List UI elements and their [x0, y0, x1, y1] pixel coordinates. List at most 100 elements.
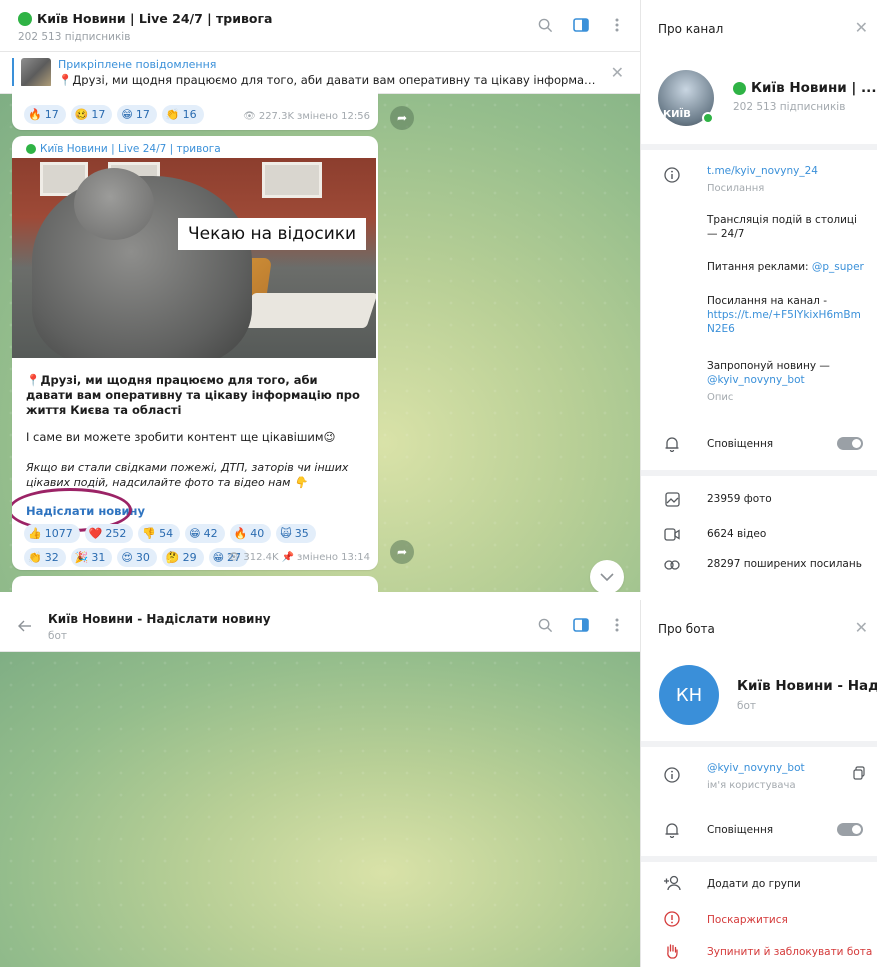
channel-subscribers: 202 513 підписників: [733, 101, 846, 113]
post-photo[interactable]: Чекаю на відосики: [12, 158, 376, 358]
reaction-chip[interactable]: 🙀 35: [276, 524, 316, 543]
notifications-toggle[interactable]: [837, 823, 863, 836]
post-channel-name[interactable]: Київ Новини | Live 24/7 | тривога: [26, 143, 221, 155]
report-button[interactable]: Поскаржитися: [707, 913, 867, 927]
copy-icon[interactable]: [853, 766, 865, 783]
section-divider: [641, 144, 877, 150]
chat-title-text: Київ Новини | Live 24/7 | тривога: [37, 11, 273, 26]
bot-screen: Київ Новини - Надіслати новину бот Про б…: [0, 600, 877, 967]
image-caption: Чекаю на відосики: [178, 218, 367, 250]
prev-post-meta: 👁 227.3K змінено 12:56: [243, 111, 370, 122]
close-icon[interactable]: ✕: [855, 18, 868, 37]
reaction-chip[interactable]: 👏 32: [24, 548, 66, 567]
reaction-chip[interactable]: 😁 17: [117, 105, 157, 124]
channel-link-label: Посилання на канал -: [707, 295, 827, 307]
online-dot: [702, 112, 714, 124]
search-icon[interactable]: [536, 16, 554, 34]
video-icon: [663, 525, 681, 543]
add-to-group-button[interactable]: Додати до групи: [707, 877, 867, 891]
more-icon[interactable]: [608, 16, 626, 34]
close-icon[interactable]: ✕: [611, 63, 624, 82]
bot-info-header: Про бота ✕: [641, 600, 877, 652]
bot-avatar[interactable]: КН: [659, 665, 719, 725]
chat-title[interactable]: Київ Новини | Live 24/7 | тривога: [18, 11, 272, 26]
reaction-chip[interactable]: 👏 16: [161, 105, 204, 124]
back-arrow-icon[interactable]: [18, 618, 32, 636]
reaction-chip[interactable]: ❤️ 252: [84, 524, 134, 543]
suggest-bot-link[interactable]: @kyiv_novyny_bot: [707, 373, 867, 387]
pinned-text: 📍Друзі, ми щодня працюємо для того, аби …: [58, 73, 598, 87]
reaction-chip[interactable]: 🔥 17: [24, 105, 66, 124]
post-text-intro: 📍Друзі, ми щодня працюємо для того, аби …: [26, 373, 360, 417]
channel-name: Київ Новини | ...: [733, 80, 876, 96]
photo-table: [241, 293, 376, 328]
channel-link[interactable]: t.me/kyiv_novyny_24: [707, 165, 818, 177]
subscriber-count: 202 513 підписників: [18, 31, 131, 43]
videos-count[interactable]: 6624 відео: [707, 527, 867, 541]
link-icon: [663, 556, 681, 574]
edited-time: змінено 12:56: [297, 111, 370, 122]
eye-icon: 👁: [243, 111, 256, 122]
reaction-chip[interactable]: 😁 42: [185, 524, 225, 543]
pinned-thumbnail: [21, 58, 51, 88]
pinned-bar: [12, 58, 14, 88]
bell-icon: [663, 821, 681, 839]
ads-handle-link[interactable]: @p_super: [812, 261, 864, 273]
green-circle-icon: [18, 11, 32, 26]
view-count: 227.3K: [258, 111, 295, 122]
reaction-chip[interactable]: 😍 30: [117, 548, 157, 567]
bot-chat-subtitle: бот: [48, 630, 68, 642]
green-circle-icon: [26, 144, 36, 154]
suggest-label: Запропонуй новину —: [707, 360, 830, 372]
panel-title: Про канал: [658, 22, 724, 36]
forward-icon[interactable]: ➦: [390, 106, 414, 130]
ads-line: Питання реклами: @p_super: [707, 261, 864, 273]
bot-chat-title[interactable]: Київ Новини - Надіслати новину: [48, 612, 271, 626]
pinned-label: Прикріплене повідомлення: [58, 58, 217, 71]
photos-count[interactable]: 23959 фото: [707, 492, 867, 506]
scroll-down-button[interactable]: [590, 560, 624, 592]
section-divider: [641, 741, 877, 747]
photo-window: [262, 162, 322, 198]
reaction-chip[interactable]: 🥴 17: [70, 105, 113, 124]
view-count: 312.4K: [243, 552, 279, 563]
section-divider: [641, 856, 877, 862]
notifications-toggle[interactable]: [837, 437, 863, 450]
post-meta: 👁 312.4K 📌 змінено 13:14: [228, 552, 370, 563]
hand-stop-icon: [663, 942, 681, 960]
username-label: ім'я користувача: [707, 780, 796, 791]
chevron-down-icon: [600, 573, 614, 581]
pin-icon: 📌: [281, 552, 295, 563]
prev-reactions: 🔥 17 🥴 17 😁 17 👏 16: [24, 105, 204, 124]
chat-wallpaper: [0, 652, 640, 967]
reaction-chip[interactable]: 🤔 29: [161, 548, 204, 567]
photo-seal-head: [74, 168, 154, 240]
next-post: [12, 576, 378, 592]
forward-icon[interactable]: ➦: [390, 540, 414, 564]
reaction-chip[interactable]: 🔥 40: [229, 524, 272, 543]
bot-username-link[interactable]: @kyiv_novyny_bot: [707, 762, 805, 774]
more-icon[interactable]: [608, 616, 626, 634]
reaction-chip[interactable]: 👍 1077: [24, 524, 80, 543]
photo-icon: [663, 490, 681, 508]
description-label: Опис: [707, 392, 734, 403]
section-divider: [641, 470, 877, 476]
sidebar-toggle-icon[interactable]: [572, 616, 590, 634]
channel-screen: Київ Новини | Live 24/7 | тривога 202 51…: [0, 0, 877, 592]
screen-divider: [0, 592, 877, 600]
eye-icon: 👁: [227, 552, 241, 563]
previous-post: 🔥 17 🥴 17 😁 17 👏 16 👁 227.3K змінено 12:56: [12, 86, 378, 130]
close-icon[interactable]: ✕: [855, 618, 868, 637]
search-icon[interactable]: [536, 616, 554, 634]
bot-chat-header: Київ Новини - Надіслати новину бот: [0, 600, 640, 652]
invite-link[interactable]: https://t.me/+F5IYkixH6mBmN2E6: [707, 308, 865, 336]
reaction-chip[interactable]: 🎉 31: [70, 548, 113, 567]
links-count[interactable]: 28297 поширених посилань: [707, 557, 867, 571]
reaction-chip[interactable]: 👎 54: [138, 524, 181, 543]
block-bot-button[interactable]: Зупинити й заблокувати бота: [707, 945, 877, 959]
channel-description: Трансляція подій в столиці — 24/7: [707, 214, 857, 240]
info-icon: [663, 166, 681, 184]
sidebar-toggle-icon[interactable]: [572, 16, 590, 34]
bell-icon: [663, 435, 681, 453]
post-text-italic: Якщо ви стали свідками пожежі, ДТП, зато…: [26, 461, 349, 489]
